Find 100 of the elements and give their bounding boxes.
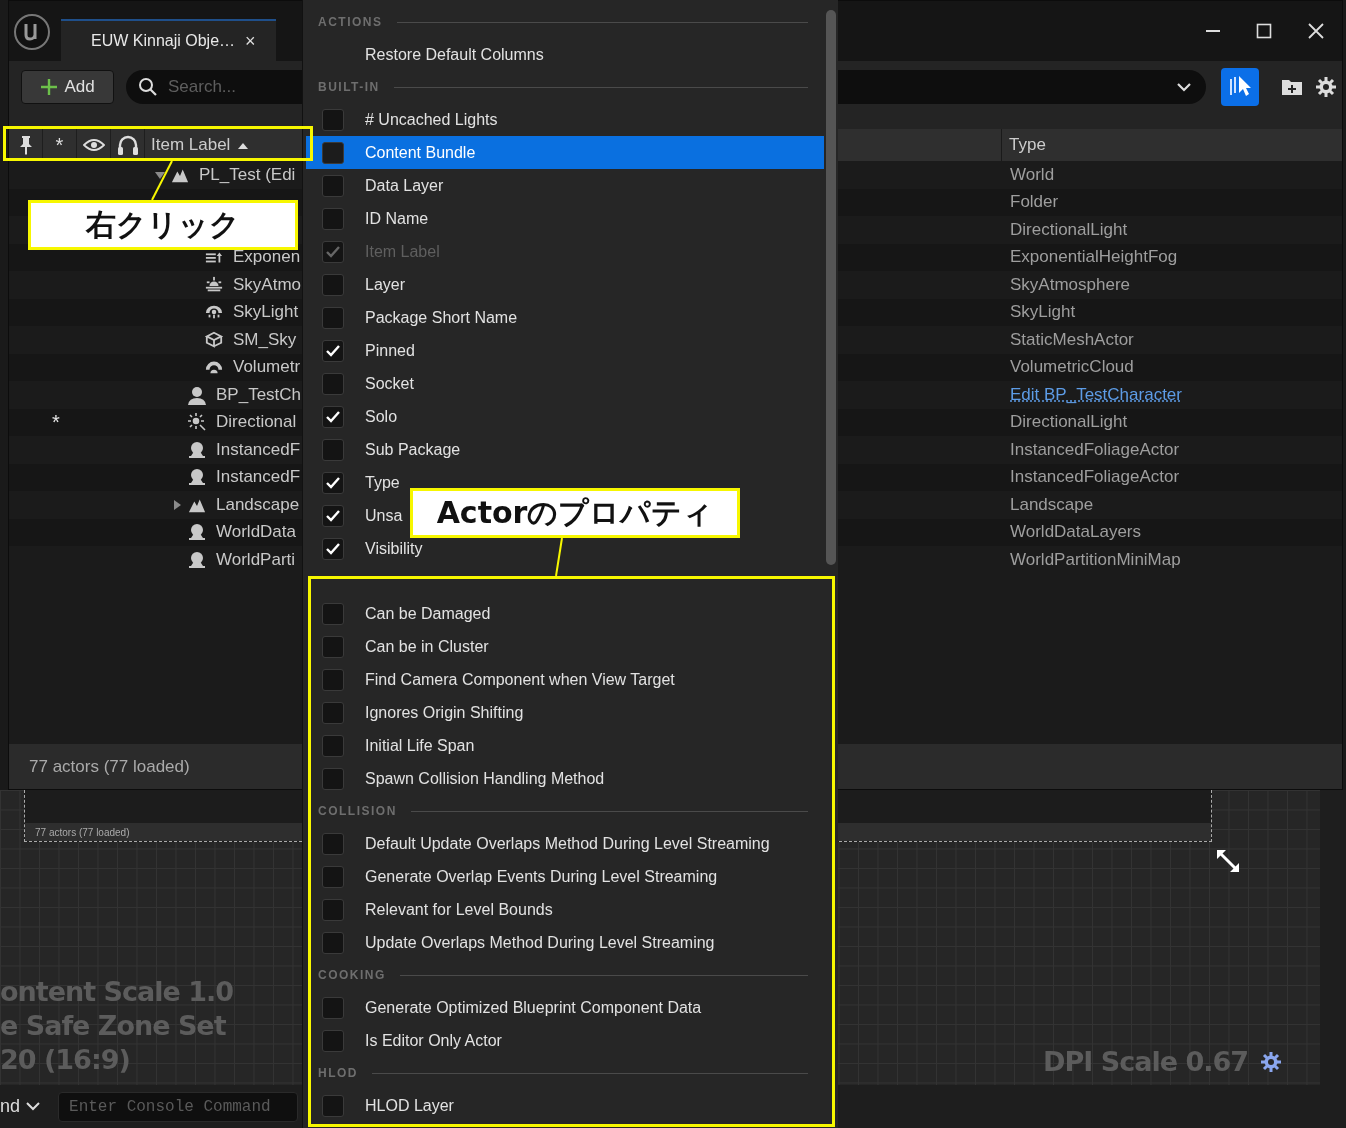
item-label[interactable]: PL_Test (Edi [199,164,296,185]
checkbox[interactable] [322,339,344,362]
menu-item[interactable]: Is Editor Only Actor [306,1024,506,1057]
menu-item[interactable]: Default Update Overlaps Method During Level Streaming [306,827,774,860]
menu-item[interactable]: Data Layer [306,169,448,202]
checkbox[interactable] [322,504,344,527]
menu-item[interactable]: # Uncached Lights [306,103,502,136]
menu-item[interactable]: Type [306,466,404,499]
checkbox[interactable] [322,996,344,1019]
checkbox[interactable] [322,141,344,164]
favorite-column-header[interactable]: * [55,133,64,157]
checkbox[interactable] [322,174,344,197]
cube-icon [204,330,224,349]
menu-item[interactable]: Layer [306,268,410,301]
checkbox[interactable] [322,931,344,954]
menu-item[interactable]: ID Name [306,202,433,235]
item-label[interactable]: SkyLight [233,302,299,323]
favorite-mark: * [52,410,60,433]
menu-item[interactable]: Package Short Name [306,301,522,334]
menu-item[interactable]: Spawn Collision Handling Method [306,762,609,795]
checkbox[interactable] [322,207,344,230]
pin-icon [18,135,33,155]
tab-close-button[interactable]: × [245,30,256,52]
checkbox[interactable] [322,832,344,855]
checkbox[interactable] [322,767,344,790]
menu-item[interactable]: Solo [306,400,402,433]
edit-link[interactable]: Edit BP_TestCharacter [1010,384,1182,404]
checkbox[interactable] [322,1029,344,1052]
column-header[interactable]: Type [1009,135,1046,155]
menu-item[interactable]: Sub Package [306,433,465,466]
section-heading: HLOD [318,1066,358,1080]
checkbox[interactable] [322,701,344,724]
item-label[interactable]: WorldData [216,522,296,543]
callout-label: Actorのプロパティ [410,488,740,538]
section-heading: BUILT-IN [318,80,380,94]
checkbox[interactable] [322,668,344,691]
select-mode-button[interactable] [1221,68,1259,106]
checkbox[interactable] [322,438,344,461]
checkmark-icon [326,542,340,555]
add-folder-icon[interactable] [1281,78,1303,96]
menu-item[interactable]: Restore Default Columns [306,38,548,71]
checkbox[interactable] [322,372,344,395]
checkbox[interactable] [322,108,344,131]
type-cell: DirectionalLight [1010,412,1128,432]
resize-icon[interactable] [1215,848,1241,874]
menu-item[interactable]: Relevant for Level Bounds [306,893,557,926]
item-label[interactable]: SM_Sky [233,329,297,350]
item-label[interactable]: WorldParti [216,549,296,570]
menu-item[interactable]: Can be Damaged [306,597,495,630]
checkmark-icon [326,245,340,258]
sphere-icon [187,467,207,488]
menu-item[interactable]: Update Overlaps Method During Level Streaming [306,926,719,959]
console-mode-dropdown[interactable]: nd [0,1096,41,1117]
checkbox[interactable] [322,471,344,494]
menu-item[interactable]: Generate Optimized Blueprint Component Data [306,991,706,1024]
checkbox[interactable] [322,865,344,888]
checkbox[interactable] [322,602,344,625]
menu-item[interactable]: Initial Life Span [306,729,479,762]
menu-item[interactable]: Find Camera Component when View Target [306,663,679,696]
console-input[interactable]: Enter Console Command [58,1091,299,1122]
item-label[interactable]: InstancedF [216,439,301,460]
type-cell: World [1010,164,1055,184]
checkbox[interactable] [322,405,344,428]
headphones-icon [116,134,139,156]
item-label[interactable]: BP_TestCh [216,384,302,405]
checkbox[interactable] [322,1094,344,1117]
checkbox[interactable] [322,273,344,296]
item-label[interactable]: Volumetr [233,357,301,378]
type-cell: ExponentialHeightFog [1010,247,1178,267]
checkbox[interactable] [322,306,344,329]
type-cell: DirectionalLight [1010,219,1128,239]
item-label[interactable]: SkyAtmo [233,274,302,295]
plus-icon [40,78,59,96]
item-label[interactable]: Directional [216,412,297,433]
settings-icon[interactable] [1260,1050,1282,1073]
checkbox[interactable] [322,537,344,560]
collapsed-arrow-icon[interactable] [171,498,183,511]
item-label[interactable]: InstancedF [216,467,301,488]
add-button[interactable]: Add [21,70,114,104]
type-cell: InstancedFoliageActor [1010,467,1180,487]
checkbox[interactable] [322,635,344,658]
menu-item[interactable]: Ignores Origin Shifting [306,696,528,729]
menu-item[interactable]: Generate Overlap Events During Level Streaming [306,860,722,893]
document-tab[interactable]: EUW Kinnaji Obje… × [61,19,276,61]
type-cell: SkyLight [1010,302,1076,322]
menu-item[interactable]: Socket [306,367,418,400]
menu-item[interactable]: Unsa [306,499,407,532]
scrollbar-thumb[interactable] [826,10,836,565]
item-label[interactable]: Exponen [233,247,301,268]
item-label[interactable]: Landscape [216,494,300,515]
checkbox[interactable] [322,898,344,921]
menu-item[interactable]: HLOD Layer [306,1089,458,1122]
type-cell: Landscape [1010,494,1094,514]
type-cell: WorldDataLayers [1010,522,1142,542]
menu-item[interactable]: Can be in Cluster [306,630,493,663]
menu-item[interactable]: Pinned [306,334,419,367]
column-header[interactable]: Item Label [151,135,231,155]
type-cell: SkyAtmosphere [1010,274,1130,294]
checkbox[interactable] [322,734,344,757]
menu-item[interactable]: Content Bundle [306,136,824,169]
